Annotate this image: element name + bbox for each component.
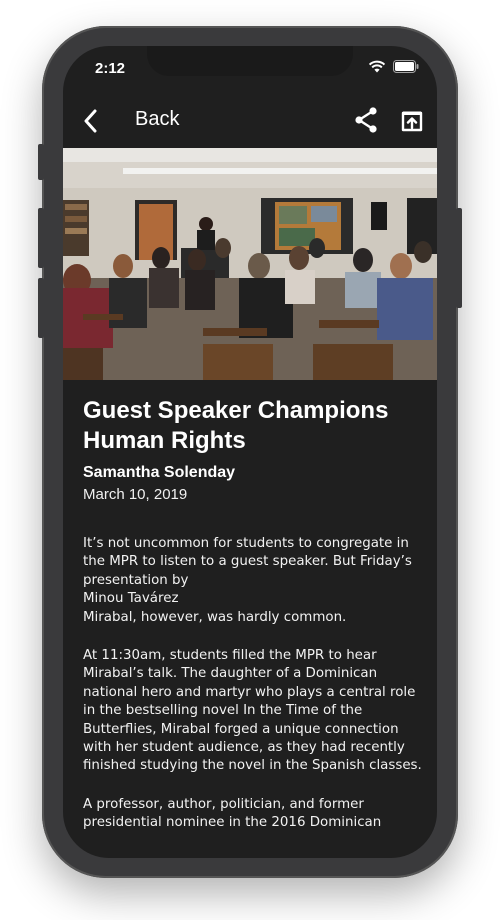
article-content: Guest Speaker Champions Human Rights Sam… — [83, 396, 423, 833]
share-icon[interactable] — [353, 106, 379, 134]
article-date: March 10, 2019 — [83, 486, 188, 503]
mute-switch — [38, 144, 44, 180]
notch — [147, 46, 353, 76]
back-button[interactable]: Back — [135, 108, 179, 131]
wifi-icon — [368, 60, 386, 73]
volume-up-button — [38, 208, 44, 268]
power-button — [456, 208, 462, 308]
article-hero-image — [63, 148, 437, 380]
back-chevron-icon[interactable] — [81, 108, 101, 134]
volume-down-button — [38, 278, 44, 338]
battery-icon — [393, 60, 419, 73]
open-in-browser-icon[interactable] — [399, 108, 425, 134]
article-paragraph: It’s not uncommon for students to congre… — [83, 536, 412, 625]
navigation-bar: Back — [63, 98, 437, 146]
article-paragraph: At 11:30am, students filled the MPR to h… — [83, 648, 422, 774]
lecture-photo — [63, 148, 437, 380]
article-author: Samantha Solenday — [83, 464, 236, 481]
article-title: Guest Speaker Champions Human Rights — [83, 397, 389, 454]
article-paragraph: A professor, author, politician, and for… — [83, 796, 382, 831]
status-time: 2:12 — [95, 60, 126, 77]
screen: 2:12 Back Guest Speaker Champions Human … — [63, 46, 437, 858]
status-icons — [368, 60, 419, 73]
